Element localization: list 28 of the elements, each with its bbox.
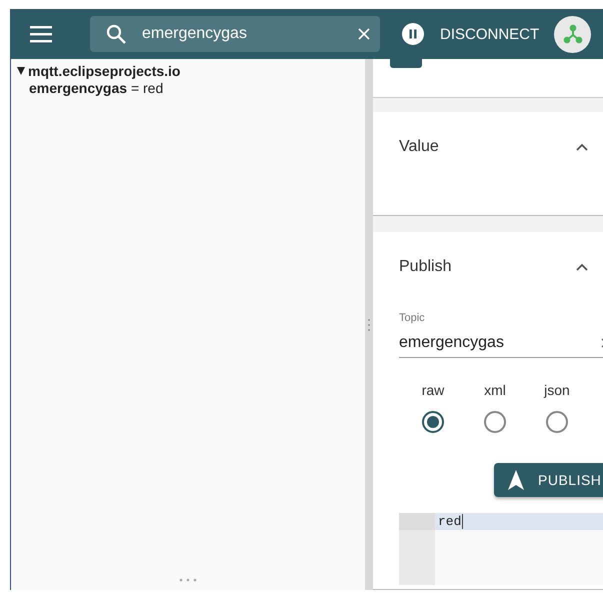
radio-label: json (544, 382, 570, 398)
menu-icon (30, 25, 52, 43)
radio-button[interactable] (546, 411, 568, 433)
tree-node[interactable]: emergencygas = red (29, 80, 365, 96)
radio-label: xml (484, 382, 506, 398)
caret-icon[interactable] (17, 67, 25, 75)
navigation-arrow-icon (508, 470, 524, 490)
tree-node[interactable]: mqtt.eclipseprojects.io (28, 63, 180, 79)
menu-button[interactable] (30, 25, 52, 43)
radio-button[interactable] (484, 411, 506, 433)
resize-handle[interactable] (179, 578, 197, 582)
field-label: Topic (399, 312, 426, 324)
text-cursor (462, 514, 464, 529)
search-field[interactable]: emergencygas (90, 16, 380, 52)
topic-field[interactable]: emergencygas (399, 329, 603, 358)
publish-button[interactable]: PUBLISH (494, 463, 603, 497)
chevron-icon[interactable] (576, 143, 588, 151)
radio-button[interactable] (422, 411, 444, 433)
search-icon (106, 24, 126, 44)
panel-title[interactable]: Publish (399, 258, 452, 276)
radio-label: raw (422, 382, 444, 398)
network-icon (562, 24, 583, 44)
close-icon (358, 28, 370, 40)
code-line: red (438, 514, 462, 529)
disconnect-button[interactable]: DISCONNECT (402, 23, 540, 45)
panel-title[interactable]: Value (399, 138, 439, 156)
pause-icon (402, 23, 424, 45)
chevron-icon[interactable] (576, 263, 588, 271)
